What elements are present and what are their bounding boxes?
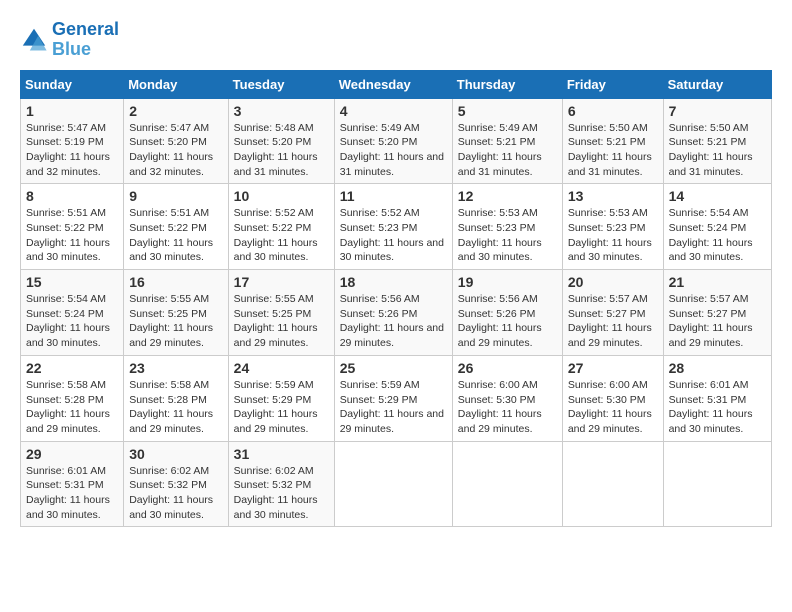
calendar-table: SundayMondayTuesdayWednesdayThursdayFrid… — [20, 70, 772, 528]
calendar-cell — [562, 441, 663, 527]
calendar-cell: 31Sunrise: 6:02 AMSunset: 5:32 PMDayligh… — [228, 441, 334, 527]
page-header: General Blue — [20, 20, 772, 60]
weekday-header-row: SundayMondayTuesdayWednesdayThursdayFrid… — [21, 70, 772, 98]
calendar-cell: 18Sunrise: 5:56 AMSunset: 5:26 PMDayligh… — [334, 270, 452, 356]
calendar-cell: 10Sunrise: 5:52 AMSunset: 5:22 PMDayligh… — [228, 184, 334, 270]
calendar-cell: 14Sunrise: 5:54 AMSunset: 5:24 PMDayligh… — [663, 184, 771, 270]
calendar-cell: 3Sunrise: 5:48 AMSunset: 5:20 PMDaylight… — [228, 98, 334, 184]
weekday-header: Wednesday — [334, 70, 452, 98]
weekday-header: Sunday — [21, 70, 124, 98]
calendar-cell: 13Sunrise: 5:53 AMSunset: 5:23 PMDayligh… — [562, 184, 663, 270]
calendar-cell — [334, 441, 452, 527]
weekday-header: Monday — [124, 70, 228, 98]
calendar-cell: 28Sunrise: 6:01 AMSunset: 5:31 PMDayligh… — [663, 355, 771, 441]
calendar-cell: 15Sunrise: 5:54 AMSunset: 5:24 PMDayligh… — [21, 270, 124, 356]
calendar-cell: 21Sunrise: 5:57 AMSunset: 5:27 PMDayligh… — [663, 270, 771, 356]
weekday-header: Thursday — [452, 70, 562, 98]
calendar-cell: 27Sunrise: 6:00 AMSunset: 5:30 PMDayligh… — [562, 355, 663, 441]
weekday-header: Friday — [562, 70, 663, 98]
calendar-week-row: 1Sunrise: 5:47 AMSunset: 5:19 PMDaylight… — [21, 98, 772, 184]
calendar-week-row: 8Sunrise: 5:51 AMSunset: 5:22 PMDaylight… — [21, 184, 772, 270]
calendar-week-row: 15Sunrise: 5:54 AMSunset: 5:24 PMDayligh… — [21, 270, 772, 356]
calendar-cell: 22Sunrise: 5:58 AMSunset: 5:28 PMDayligh… — [21, 355, 124, 441]
calendar-cell: 24Sunrise: 5:59 AMSunset: 5:29 PMDayligh… — [228, 355, 334, 441]
calendar-cell: 30Sunrise: 6:02 AMSunset: 5:32 PMDayligh… — [124, 441, 228, 527]
calendar-cell: 1Sunrise: 5:47 AMSunset: 5:19 PMDaylight… — [21, 98, 124, 184]
weekday-header: Saturday — [663, 70, 771, 98]
logo: General Blue — [20, 20, 119, 60]
calendar-week-row: 22Sunrise: 5:58 AMSunset: 5:28 PMDayligh… — [21, 355, 772, 441]
calendar-cell: 9Sunrise: 5:51 AMSunset: 5:22 PMDaylight… — [124, 184, 228, 270]
calendar-week-row: 29Sunrise: 6:01 AMSunset: 5:31 PMDayligh… — [21, 441, 772, 527]
calendar-cell: 11Sunrise: 5:52 AMSunset: 5:23 PMDayligh… — [334, 184, 452, 270]
calendar-cell: 7Sunrise: 5:50 AMSunset: 5:21 PMDaylight… — [663, 98, 771, 184]
calendar-cell: 23Sunrise: 5:58 AMSunset: 5:28 PMDayligh… — [124, 355, 228, 441]
calendar-cell: 19Sunrise: 5:56 AMSunset: 5:26 PMDayligh… — [452, 270, 562, 356]
calendar-cell — [452, 441, 562, 527]
calendar-cell: 8Sunrise: 5:51 AMSunset: 5:22 PMDaylight… — [21, 184, 124, 270]
calendar-cell: 16Sunrise: 5:55 AMSunset: 5:25 PMDayligh… — [124, 270, 228, 356]
calendar-cell: 2Sunrise: 5:47 AMSunset: 5:20 PMDaylight… — [124, 98, 228, 184]
calendar-cell: 6Sunrise: 5:50 AMSunset: 5:21 PMDaylight… — [562, 98, 663, 184]
logo-text: General Blue — [52, 20, 119, 60]
calendar-cell: 26Sunrise: 6:00 AMSunset: 5:30 PMDayligh… — [452, 355, 562, 441]
calendar-cell: 5Sunrise: 5:49 AMSunset: 5:21 PMDaylight… — [452, 98, 562, 184]
calendar-cell: 17Sunrise: 5:55 AMSunset: 5:25 PMDayligh… — [228, 270, 334, 356]
logo-icon — [20, 26, 48, 54]
weekday-header: Tuesday — [228, 70, 334, 98]
calendar-cell — [663, 441, 771, 527]
calendar-cell: 12Sunrise: 5:53 AMSunset: 5:23 PMDayligh… — [452, 184, 562, 270]
calendar-cell: 4Sunrise: 5:49 AMSunset: 5:20 PMDaylight… — [334, 98, 452, 184]
calendar-cell: 25Sunrise: 5:59 AMSunset: 5:29 PMDayligh… — [334, 355, 452, 441]
calendar-cell: 20Sunrise: 5:57 AMSunset: 5:27 PMDayligh… — [562, 270, 663, 356]
calendar-cell: 29Sunrise: 6:01 AMSunset: 5:31 PMDayligh… — [21, 441, 124, 527]
